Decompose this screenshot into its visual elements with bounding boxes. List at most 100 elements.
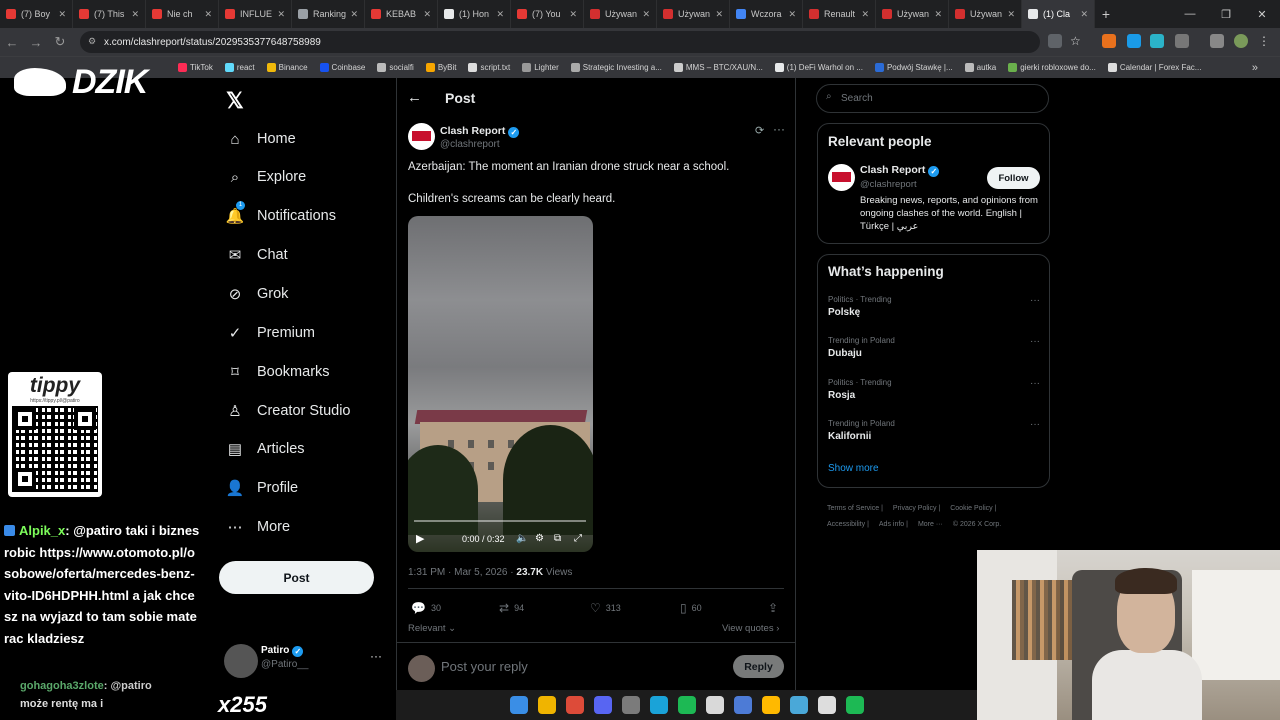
fullscreen-icon[interactable]: ⤢ xyxy=(574,533,582,544)
author-handle[interactable]: @clashreport xyxy=(440,139,500,150)
post-button[interactable]: Post xyxy=(219,561,374,594)
repost-button[interactable]: ⇄ 94 xyxy=(499,601,524,615)
bookmark-item[interactable]: Lighter xyxy=(522,63,559,72)
reply-input[interactable]: Post your reply xyxy=(441,659,528,674)
bookmark-item[interactable]: Podwój Stawkę |... xyxy=(874,63,953,72)
bookmark-item[interactable]: script.txt xyxy=(468,63,510,72)
browser-tab[interactable]: (7) Boy ✕ xyxy=(0,0,73,28)
browser-tab[interactable]: (7) This ✕ xyxy=(73,0,146,28)
profile-avatar-icon[interactable] xyxy=(1234,34,1248,48)
forward-icon[interactable]: → xyxy=(24,35,48,50)
app-icon[interactable] xyxy=(789,696,808,714)
extension-icon[interactable] xyxy=(1150,34,1164,48)
extensions-puzzle-icon[interactable] xyxy=(1175,34,1189,48)
maximize-icon[interactable]: ❐ xyxy=(1208,8,1244,21)
close-icon[interactable]: ✕ xyxy=(1244,8,1280,21)
browser-tab[interactable]: KEBAB ✕ xyxy=(365,0,438,28)
browser-tab[interactable]: Renault ✕ xyxy=(803,0,876,28)
account-switcher[interactable]: Patiro ✓ @Patiro__ ··· xyxy=(224,644,384,680)
author-name[interactable]: Clash Report ✓ xyxy=(440,125,520,138)
browser-tab[interactable]: (1) Hon ✕ xyxy=(438,0,511,28)
follow-button[interactable]: Follow xyxy=(987,167,1040,189)
footer-link[interactable]: Cookie Policy | xyxy=(950,505,996,512)
tab-close-icon[interactable]: ✕ xyxy=(861,9,869,20)
bookmark-item[interactable]: autka xyxy=(964,63,996,72)
footer-link[interactable]: More ··· xyxy=(918,521,943,528)
site-info-icon[interactable]: ⚙ xyxy=(88,36,98,47)
star-icon[interactable]: ☆ xyxy=(1070,34,1084,48)
sidebar-item-grok[interactable]: ⊘ Grok xyxy=(226,279,289,309)
tab-close-icon[interactable]: ✕ xyxy=(277,9,285,20)
tab-close-icon[interactable]: ✕ xyxy=(131,9,139,20)
browser-tab[interactable]: Używan ✕ xyxy=(876,0,949,28)
more-dots-icon[interactable]: ··· xyxy=(773,122,785,136)
browser-tab[interactable]: Wczora ✕ xyxy=(730,0,803,28)
tab-close-icon[interactable]: ✕ xyxy=(642,9,650,20)
chrome-icon[interactable] xyxy=(565,696,584,714)
install-icon[interactable] xyxy=(1048,34,1062,48)
avatar[interactable] xyxy=(828,164,855,191)
trend-item[interactable]: Trending in Poland Kalifornii ··· xyxy=(828,419,1040,442)
author-name[interactable]: Clash Report ✓ xyxy=(860,164,940,177)
spotify-icon[interactable] xyxy=(761,696,780,714)
app-icon[interactable] xyxy=(621,696,640,714)
bookmark-button[interactable]: ▯ 60 xyxy=(680,601,702,615)
sidebar-item-creator-studio[interactable]: ♙ Creator Studio xyxy=(226,396,350,426)
reload-icon[interactable]: ↻ xyxy=(48,34,72,50)
post-timestamp[interactable]: 1:31 PM · Mar 5, 2026 · xyxy=(408,567,516,578)
minimize-icon[interactable]: — xyxy=(1172,8,1208,20)
reply-button[interactable]: 💬 30 xyxy=(411,601,441,615)
sidebar-item-articles[interactable]: ▤ Articles xyxy=(226,434,305,464)
footer-link[interactable]: Terms of Service | xyxy=(827,505,883,512)
settings-gear-icon[interactable]: ⚙ xyxy=(535,533,544,544)
video-player[interactable] xyxy=(408,216,593,552)
explorer-icon[interactable] xyxy=(537,696,556,714)
bookmark-item[interactable]: MMS – BTC/XAU/N... xyxy=(673,63,763,72)
more-bookmarks-icon[interactable]: » xyxy=(1252,62,1258,74)
browser-tab[interactable]: Używan ✕ xyxy=(584,0,657,28)
extension-icon[interactable] xyxy=(1127,34,1141,48)
trend-item[interactable]: Politics · Trending Rosja ··· xyxy=(828,378,1040,401)
footer-link[interactable]: Ads info | xyxy=(879,521,908,528)
grok-icon[interactable]: ⟳ xyxy=(755,124,764,137)
url-field[interactable]: ⚙ x.com/clashreport/status/2029535377648… xyxy=(80,31,1040,53)
view-quotes-link[interactable]: View quotes › xyxy=(722,623,779,634)
sidebar-item-explore[interactable]: ⌕ Explore xyxy=(226,162,306,192)
browser-tab[interactable]: (7) You ✕ xyxy=(511,0,584,28)
sidebar-item-more[interactable]: ⋯ More xyxy=(226,512,291,542)
share-button[interactable]: ⇪ xyxy=(768,601,783,615)
more-dots-icon[interactable]: ··· xyxy=(1030,419,1040,430)
browser-tab[interactable]: Nie ch ✕ xyxy=(146,0,219,28)
reply-submit-button[interactable]: Reply xyxy=(733,655,784,678)
bookmark-item[interactable]: react xyxy=(224,63,255,72)
avatar[interactable] xyxy=(408,123,435,150)
tab-close-icon[interactable]: ✕ xyxy=(204,9,212,20)
bookmark-item[interactable]: Strategic Investing a... xyxy=(570,63,662,72)
app-icon[interactable] xyxy=(845,696,864,714)
sidebar-item-premium[interactable]: ✓ Premium xyxy=(226,318,315,348)
media-icon[interactable] xyxy=(1210,34,1224,48)
browser-tab[interactable]: Używan ✕ xyxy=(949,0,1022,28)
search-input[interactable]: ⌕ Search xyxy=(816,84,1049,113)
app-icon[interactable] xyxy=(817,696,836,714)
trend-item[interactable]: Trending in Poland Dubaju ··· xyxy=(828,336,1040,359)
footer-link[interactable]: © 2026 X Corp. xyxy=(953,521,1001,528)
x-logo-icon[interactable]: 𝕏 xyxy=(226,88,248,113)
extension-icon[interactable] xyxy=(1102,34,1116,48)
tab-close-icon[interactable]: ✕ xyxy=(350,9,358,20)
new-tab-button[interactable]: + xyxy=(1095,6,1117,22)
author-name-text[interactable]: Clash Report xyxy=(440,125,505,137)
bookmark-item[interactable]: Binance xyxy=(266,63,308,72)
bookmark-item[interactable]: Calendar | Forex Fac... xyxy=(1107,63,1201,72)
sidebar-item-notifications[interactable]: 🔔 1 Notifications xyxy=(226,201,336,231)
discord-icon[interactable] xyxy=(593,696,612,714)
tab-close-icon[interactable]: ✕ xyxy=(58,9,66,20)
browser-tab[interactable]: Ranking ✕ xyxy=(292,0,365,28)
sidebar-item-home[interactable]: ⌂ Home xyxy=(226,124,295,154)
trend-item[interactable]: Politics · Trending Polskę ··· xyxy=(828,295,1040,318)
browser-tab[interactable]: INFLUE ✕ xyxy=(219,0,292,28)
play-icon[interactable]: ▶ xyxy=(416,532,424,545)
bookmark-item[interactable]: Coinbase xyxy=(319,63,365,72)
sidebar-item-bookmarks[interactable]: ⌑ Bookmarks xyxy=(226,357,329,387)
bookmark-item[interactable]: socialfi xyxy=(377,63,414,72)
